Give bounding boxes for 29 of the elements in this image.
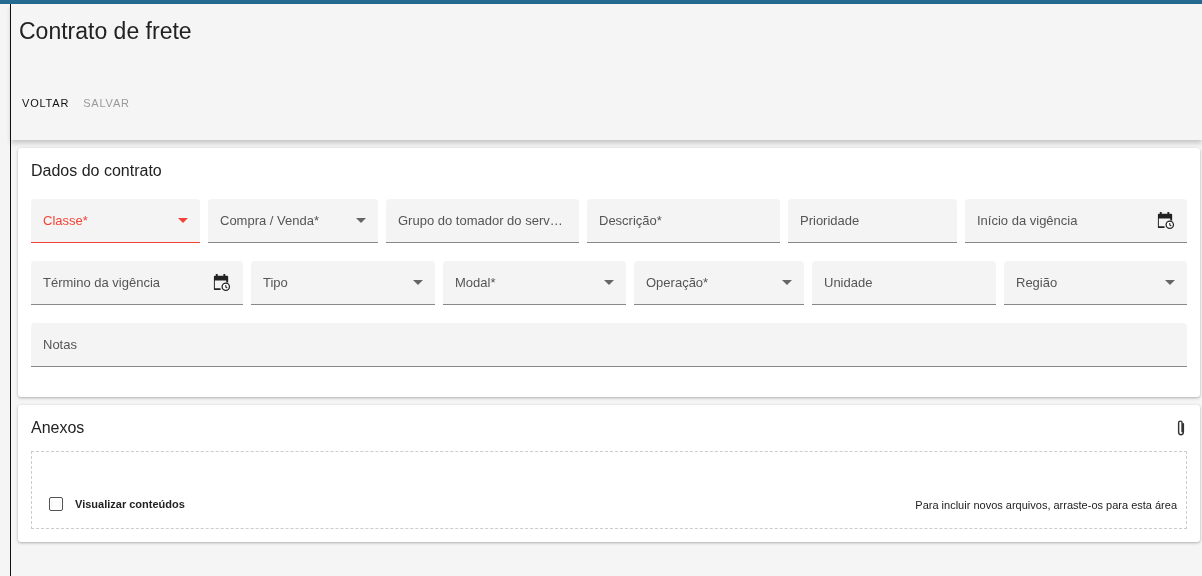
form-field[interactable]: Tipo [251,261,435,305]
form-field[interactable]: Região [1004,261,1187,305]
caret-icon [413,280,423,285]
checkbox-label: Visualizar conteúdos [75,498,185,510]
page-title: Contrato de frete [19,18,193,45]
calendar-clock-icon [1156,211,1175,230]
drop-zone[interactable]: Visualizar conteúdos Para incluir novos arquivos, arraste-os para esta área [31,451,1187,529]
section-title: Anexos [31,419,85,437]
calendar-clock-icon [212,273,231,292]
form-field[interactable]: Início da vigência [965,199,1187,243]
caret-icon [604,280,614,285]
form-field[interactable]: Unidade [812,261,996,305]
form-field[interactable]: Descrição* [587,199,780,243]
section-title: Dados do contrato [31,162,163,180]
drop-hint: Para incluir novos arquivos, arraste-os para esta área [915,499,1177,511]
form-field[interactable]: Notas [31,323,1187,367]
caret-icon [1165,280,1175,285]
caret-icon [178,218,188,223]
form-field[interactable]: Modal* [443,261,626,305]
form-field[interactable]: Compra / Venda* [208,199,378,243]
action-button[interactable]: VOLTAR [19,93,73,113]
checkbox[interactable] [49,497,63,511]
form-field[interactable]: Prioridade [788,199,957,243]
form-field[interactable]: Grupo do tomador do serv… [386,199,579,243]
form-field[interactable]: Operação* [634,261,804,305]
caret-icon [782,280,792,285]
caret-icon [356,218,366,223]
form-field[interactable]: Término da vigência [31,261,243,305]
paperclip-icon[interactable] [1175,419,1187,438]
